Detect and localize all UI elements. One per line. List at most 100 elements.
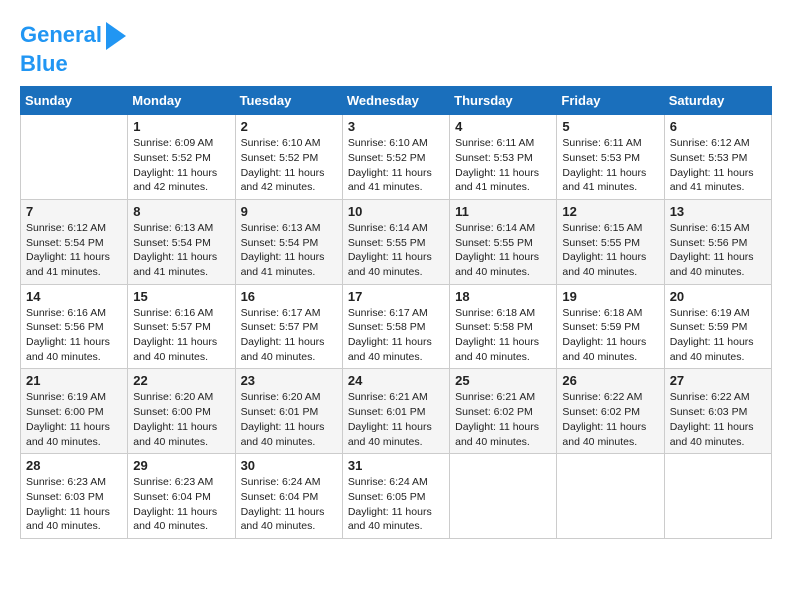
day-info: Sunrise: 6:16 AMSunset: 5:57 PMDaylight:…: [133, 306, 229, 365]
day-info: Sunrise: 6:20 AMSunset: 6:01 PMDaylight:…: [241, 390, 337, 449]
day-number: 13: [670, 204, 766, 219]
day-info: Sunrise: 6:13 AMSunset: 5:54 PMDaylight:…: [133, 221, 229, 280]
calendar-week-5: 28Sunrise: 6:23 AMSunset: 6:03 PMDayligh…: [21, 454, 772, 539]
calendar-cell: 4 Sunrise: 6:11 AMSunset: 5:53 PMDaylight…: [450, 115, 557, 200]
header-wednesday: Wednesday: [342, 87, 449, 115]
calendar-cell: 16 Sunrise: 6:17 AMSunset: 5:57 PMDayligh…: [235, 284, 342, 369]
calendar-cell: 22 Sunrise: 6:20 AMSunset: 6:00 PMDayligh…: [128, 369, 235, 454]
day-info: Sunrise: 6:19 AMSunset: 5:59 PMDaylight:…: [670, 306, 766, 365]
calendar-cell: 13 Sunrise: 6:15 AMSunset: 5:56 PMDayligh…: [664, 199, 771, 284]
calendar-cell: [664, 454, 771, 539]
day-info: Sunrise: 6:15 AMSunset: 5:56 PMDaylight:…: [670, 221, 766, 280]
day-info: Sunrise: 6:24 AMSunset: 6:04 PMDaylight:…: [241, 475, 337, 534]
calendar-cell: 31 Sunrise: 6:24 AMSunset: 6:05 PMDayligh…: [342, 454, 449, 539]
day-number: 15: [133, 289, 229, 304]
day-info: Sunrise: 6:17 AMSunset: 5:58 PMDaylight:…: [348, 306, 444, 365]
day-info: Sunrise: 6:21 AMSunset: 6:02 PMDaylight:…: [455, 390, 551, 449]
calendar-cell: [21, 115, 128, 200]
calendar-cell: 17 Sunrise: 6:17 AMSunset: 5:58 PMDayligh…: [342, 284, 449, 369]
calendar-cell: 8 Sunrise: 6:13 AMSunset: 5:54 PMDaylight…: [128, 199, 235, 284]
day-info: Sunrise: 6:09 AMSunset: 5:52 PMDaylight:…: [133, 136, 229, 195]
calendar-cell: 7Sunrise: 6:12 AMSunset: 5:54 PMDaylight…: [21, 199, 128, 284]
calendar-cell: 9 Sunrise: 6:13 AMSunset: 5:54 PMDaylight…: [235, 199, 342, 284]
day-number: 17: [348, 289, 444, 304]
header-friday: Friday: [557, 87, 664, 115]
day-info: Sunrise: 6:17 AMSunset: 5:57 PMDaylight:…: [241, 306, 337, 365]
day-number: 9: [241, 204, 337, 219]
day-number: 29: [133, 458, 229, 473]
calendar-header-row: SundayMondayTuesdayWednesdayThursdayFrid…: [21, 87, 772, 115]
day-info: Sunrise: 6:22 AMSunset: 6:03 PMDaylight:…: [670, 390, 766, 449]
day-info: Sunrise: 6:15 AMSunset: 5:55 PMDaylight:…: [562, 221, 658, 280]
day-info: Sunrise: 6:21 AMSunset: 6:01 PMDaylight:…: [348, 390, 444, 449]
day-info: Sunrise: 6:11 AMSunset: 5:53 PMDaylight:…: [562, 136, 658, 195]
calendar-cell: 20Sunrise: 6:19 AMSunset: 5:59 PMDayligh…: [664, 284, 771, 369]
header-thursday: Thursday: [450, 87, 557, 115]
logo-arrow-icon: [106, 22, 126, 50]
day-info: Sunrise: 6:10 AMSunset: 5:52 PMDaylight:…: [241, 136, 337, 195]
calendar-cell: 12 Sunrise: 6:15 AMSunset: 5:55 PMDayligh…: [557, 199, 664, 284]
day-info: Sunrise: 6:19 AMSunset: 6:00 PMDaylight:…: [26, 390, 122, 449]
day-number: 10: [348, 204, 444, 219]
header-monday: Monday: [128, 87, 235, 115]
calendar-table: SundayMondayTuesdayWednesdayThursdayFrid…: [20, 86, 772, 539]
day-number: 24: [348, 373, 444, 388]
calendar-cell: 6 Sunrise: 6:12 AMSunset: 5:53 PMDaylight…: [664, 115, 771, 200]
logo-text: General: [20, 23, 102, 47]
page-header: General Blue: [20, 20, 772, 76]
calendar-cell: [557, 454, 664, 539]
day-number: 4: [455, 119, 551, 134]
day-info: Sunrise: 6:10 AMSunset: 5:52 PMDaylight:…: [348, 136, 444, 195]
calendar-cell: 11Sunrise: 6:14 AMSunset: 5:55 PMDayligh…: [450, 199, 557, 284]
calendar-cell: 30 Sunrise: 6:24 AMSunset: 6:04 PMDayligh…: [235, 454, 342, 539]
day-info: Sunrise: 6:24 AMSunset: 6:05 PMDaylight:…: [348, 475, 444, 534]
calendar-cell: 3 Sunrise: 6:10 AMSunset: 5:52 PMDaylight…: [342, 115, 449, 200]
day-number: 1: [133, 119, 229, 134]
calendar-week-3: 14 Sunrise: 6:16 AMSunset: 5:56 PMDayligh…: [21, 284, 772, 369]
day-info: Sunrise: 6:22 AMSunset: 6:02 PMDaylight:…: [562, 390, 658, 449]
day-info: Sunrise: 6:11 AMSunset: 5:53 PMDaylight:…: [455, 136, 551, 195]
day-number: 30: [241, 458, 337, 473]
day-number: 6: [670, 119, 766, 134]
calendar-cell: 19 Sunrise: 6:18 AMSunset: 5:59 PMDayligh…: [557, 284, 664, 369]
day-info: Sunrise: 6:18 AMSunset: 5:58 PMDaylight:…: [455, 306, 551, 365]
day-info: Sunrise: 6:23 AMSunset: 6:04 PMDaylight:…: [133, 475, 229, 534]
day-number: 19: [562, 289, 658, 304]
calendar-cell: 29 Sunrise: 6:23 AMSunset: 6:04 PMDayligh…: [128, 454, 235, 539]
day-number: 25: [455, 373, 551, 388]
header-saturday: Saturday: [664, 87, 771, 115]
day-number: 3: [348, 119, 444, 134]
calendar-cell: 28Sunrise: 6:23 AMSunset: 6:03 PMDayligh…: [21, 454, 128, 539]
calendar-cell: 18 Sunrise: 6:18 AMSunset: 5:58 PMDayligh…: [450, 284, 557, 369]
day-number: 12: [562, 204, 658, 219]
calendar-cell: 26 Sunrise: 6:22 AMSunset: 6:02 PMDayligh…: [557, 369, 664, 454]
day-info: Sunrise: 6:18 AMSunset: 5:59 PMDaylight:…: [562, 306, 658, 365]
calendar-cell: 15 Sunrise: 6:16 AMSunset: 5:57 PMDayligh…: [128, 284, 235, 369]
day-info: Sunrise: 6:16 AMSunset: 5:56 PMDaylight:…: [26, 306, 122, 365]
logo-general: General: [20, 22, 102, 47]
calendar-week-2: 7Sunrise: 6:12 AMSunset: 5:54 PMDaylight…: [21, 199, 772, 284]
calendar-cell: 14 Sunrise: 6:16 AMSunset: 5:56 PMDayligh…: [21, 284, 128, 369]
day-number: 21: [26, 373, 122, 388]
header-sunday: Sunday: [21, 87, 128, 115]
day-info: Sunrise: 6:23 AMSunset: 6:03 PMDaylight:…: [26, 475, 122, 534]
day-number: 18: [455, 289, 551, 304]
day-number: 31: [348, 458, 444, 473]
day-number: 8: [133, 204, 229, 219]
day-number: 26: [562, 373, 658, 388]
calendar-cell: 25 Sunrise: 6:21 AMSunset: 6:02 PMDayligh…: [450, 369, 557, 454]
day-number: 23: [241, 373, 337, 388]
day-info: Sunrise: 6:20 AMSunset: 6:00 PMDaylight:…: [133, 390, 229, 449]
calendar-week-1: 1 Sunrise: 6:09 AMSunset: 5:52 PMDaylight…: [21, 115, 772, 200]
day-info: Sunrise: 6:12 AMSunset: 5:53 PMDaylight:…: [670, 136, 766, 195]
day-info: Sunrise: 6:13 AMSunset: 5:54 PMDaylight:…: [241, 221, 337, 280]
calendar-cell: 23 Sunrise: 6:20 AMSunset: 6:01 PMDayligh…: [235, 369, 342, 454]
calendar-cell: 1 Sunrise: 6:09 AMSunset: 5:52 PMDaylight…: [128, 115, 235, 200]
calendar-cell: 24 Sunrise: 6:21 AMSunset: 6:01 PMDayligh…: [342, 369, 449, 454]
day-number: 14: [26, 289, 122, 304]
day-info: Sunrise: 6:14 AMSunset: 5:55 PMDaylight:…: [348, 221, 444, 280]
logo-blue: Blue: [20, 52, 68, 76]
day-number: 5: [562, 119, 658, 134]
day-number: 16: [241, 289, 337, 304]
day-number: 22: [133, 373, 229, 388]
